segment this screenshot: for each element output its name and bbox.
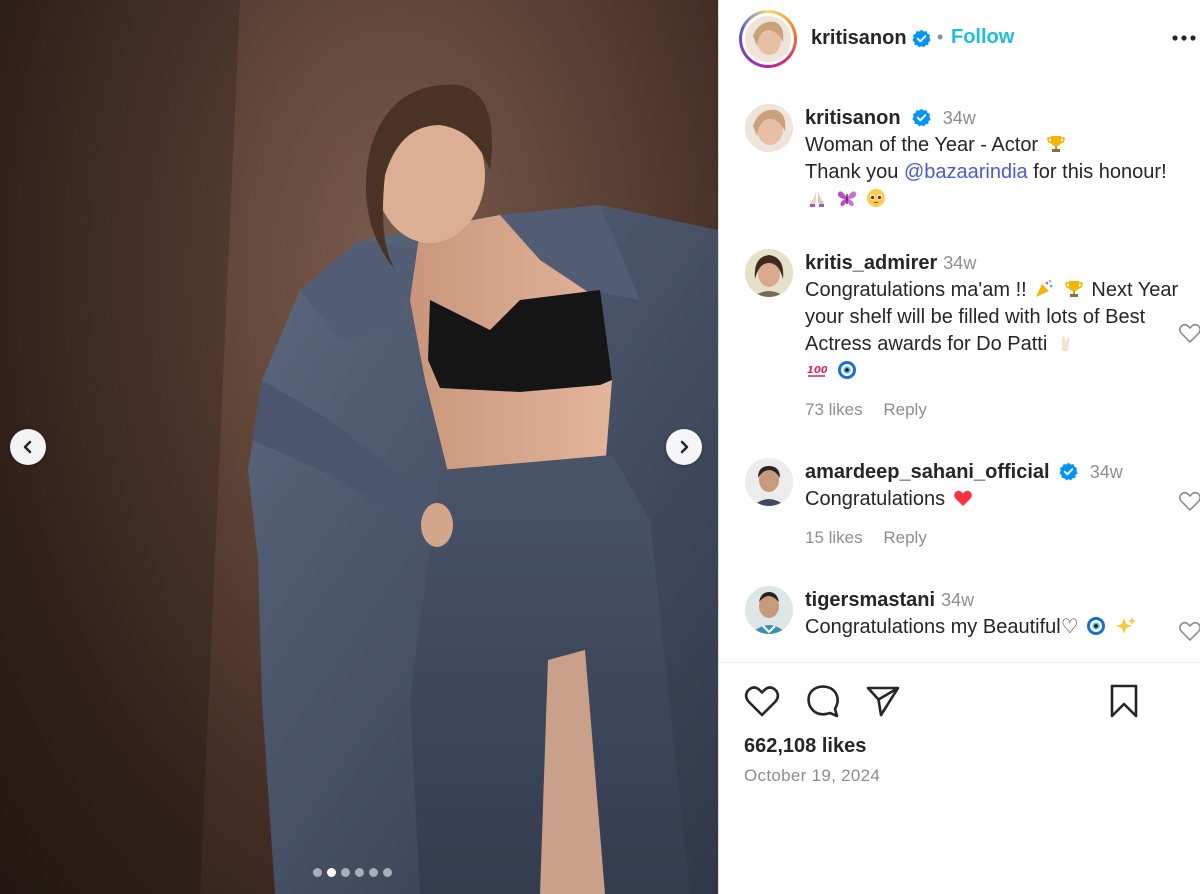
caption-username[interactable]: kritisanon bbox=[805, 107, 901, 129]
like-comment-heart-icon[interactable] bbox=[1178, 322, 1200, 344]
carousel-dot bbox=[313, 868, 322, 877]
post-likes-count[interactable]: 662,108 likes bbox=[744, 735, 866, 758]
sparkles-emoji-icon bbox=[1115, 617, 1136, 634]
follow-button[interactable]: Follow bbox=[951, 26, 1014, 49]
chevron-left-icon bbox=[23, 440, 32, 454]
verified-badge-icon bbox=[1059, 462, 1078, 481]
more-options-icon[interactable] bbox=[1171, 26, 1197, 50]
post-details-pane: kritisanon • Follow kritisanon 34w Woman… bbox=[719, 0, 1200, 894]
comment-meta: 73 likes Reply bbox=[805, 400, 943, 420]
reply-button[interactable]: Reply bbox=[883, 528, 926, 547]
actions-divider bbox=[719, 662, 1200, 663]
chevron-right-icon bbox=[680, 440, 689, 454]
caption-time: 34w bbox=[942, 108, 976, 128]
comment-text: tigersmastani 34w Congratulations my Beau… bbox=[805, 587, 1189, 641]
share-send-icon[interactable] bbox=[864, 682, 902, 720]
avatar[interactable] bbox=[745, 586, 793, 634]
carousel-dot bbox=[355, 868, 364, 877]
comment-likes[interactable]: 73 likes bbox=[805, 400, 863, 419]
carousel-dot bbox=[341, 868, 350, 877]
reply-button[interactable]: Reply bbox=[883, 400, 926, 419]
like-heart-icon[interactable] bbox=[743, 682, 781, 720]
caption-line2-suffix: for this honour! bbox=[1033, 161, 1167, 183]
next-slide-button[interactable] bbox=[666, 429, 702, 465]
party-popper-emoji-icon bbox=[1036, 280, 1053, 297]
avatar[interactable] bbox=[745, 249, 793, 297]
post-photo bbox=[0, 0, 718, 894]
carousel-dot bbox=[383, 868, 392, 877]
comment-time: 34w bbox=[943, 253, 977, 273]
comment-likes[interactable]: 15 likes bbox=[805, 528, 863, 547]
comment-body: Congratulations my Beautiful♡ bbox=[805, 616, 1079, 638]
header-username[interactable]: kritisanon bbox=[811, 27, 907, 50]
comment-body: Congratulations bbox=[805, 488, 946, 510]
carousel-dot-active bbox=[327, 868, 336, 877]
previous-slide-button[interactable] bbox=[10, 429, 46, 465]
comment-bubble-icon[interactable] bbox=[804, 682, 842, 720]
caption-line2-prefix: Thank you bbox=[805, 161, 899, 183]
caption-text: kritisanon 34w Woman of the Year - Actor… bbox=[805, 105, 1189, 213]
comment-time: 34w bbox=[1089, 462, 1123, 482]
caption-line1: Woman of the Year - Actor bbox=[805, 134, 1039, 156]
mention-link[interactable]: @bazaarindia bbox=[904, 161, 1028, 183]
verified-badge-icon bbox=[912, 108, 931, 127]
save-bookmark-icon[interactable] bbox=[1105, 682, 1143, 720]
svg-text:100: 100 bbox=[807, 365, 827, 376]
action-bar bbox=[719, 680, 1200, 724]
like-comment-heart-icon[interactable] bbox=[1178, 490, 1200, 512]
trophy-emoji-icon bbox=[1065, 281, 1083, 297]
nazar-amulet-emoji-icon bbox=[1087, 617, 1106, 635]
comments-list: kritisanon 34w Woman of the Year - Actor… bbox=[719, 76, 1200, 662]
praying-hands-emoji-icon bbox=[810, 191, 824, 207]
comment-meta: 15 likes Reply bbox=[805, 528, 943, 548]
avatar[interactable] bbox=[745, 458, 793, 506]
story-ring[interactable] bbox=[739, 10, 797, 68]
comment-text: kritis_admirer 34w Congratulations ma'am … bbox=[805, 250, 1189, 385]
comment-username[interactable]: kritis_admirer bbox=[805, 252, 937, 274]
butterfly-emoji-icon bbox=[837, 191, 856, 207]
comment-username[interactable]: tigersmastani bbox=[805, 589, 935, 611]
carousel-indicator bbox=[313, 868, 392, 877]
post-header: kritisanon • Follow bbox=[719, 0, 1200, 76]
comment-username[interactable]: amardeep_sahani_official bbox=[805, 461, 1050, 483]
post-media bbox=[0, 0, 718, 894]
trophy-emoji-icon bbox=[1046, 136, 1065, 152]
pleading-face-emoji-icon bbox=[867, 189, 886, 207]
carousel-dot bbox=[369, 868, 378, 877]
red-heart-emoji-icon bbox=[953, 490, 972, 506]
hundred-points-emoji-icon: 100 bbox=[807, 365, 827, 377]
nazar-amulet-emoji-icon bbox=[837, 361, 856, 379]
comment-time: 34w bbox=[941, 590, 975, 610]
post-date: October 19, 2024 bbox=[744, 766, 881, 785]
verified-badge-icon bbox=[912, 29, 931, 48]
comment-body-part1: Congratulations ma'am !! bbox=[805, 279, 1027, 301]
comment-text: amardeep_sahani_official 34w Congratulat… bbox=[805, 459, 1189, 513]
like-comment-heart-icon[interactable] bbox=[1178, 620, 1200, 642]
header-separator: • bbox=[937, 27, 944, 47]
avatar[interactable] bbox=[745, 104, 793, 152]
crossed-fingers-emoji-icon bbox=[1061, 336, 1070, 351]
avatar bbox=[745, 16, 791, 62]
